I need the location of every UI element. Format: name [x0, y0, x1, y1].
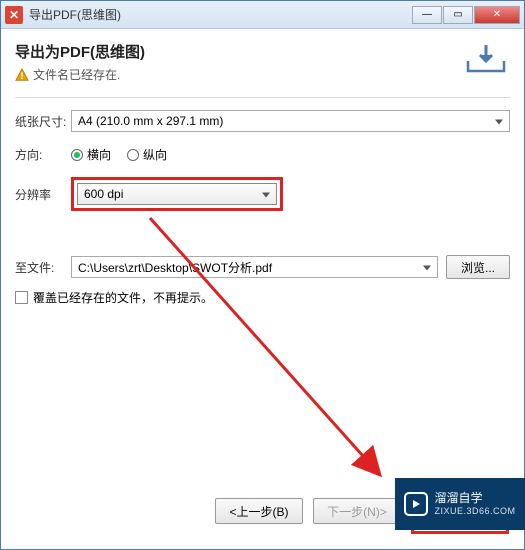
overwrite-checkbox[interactable]: [15, 291, 28, 304]
overwrite-row: 覆盖已经存在的文件，不再提示。: [15, 289, 510, 306]
next-button: 下一步(N)>: [313, 498, 401, 524]
target-file-label: 至文件:: [15, 259, 63, 276]
warning-row: 文件名已经存在.: [15, 66, 462, 83]
resolution-label: 分辨率: [15, 186, 71, 203]
overwrite-label: 覆盖已经存在的文件，不再提示。: [33, 289, 213, 306]
resolution-select[interactable]: 600 dpi: [77, 183, 277, 205]
back-button[interactable]: <上一步(B): [215, 498, 303, 524]
warning-icon: [15, 68, 29, 82]
app-icon: ✕: [5, 6, 23, 24]
resolution-row: 分辨率 600 dpi: [15, 177, 510, 211]
orientation-label: 方向:: [15, 146, 71, 163]
watermark-name: 溜溜自学: [434, 491, 515, 505]
paper-size-select[interactable]: A4 (210.0 mm x 297.1 mm): [71, 110, 510, 132]
paper-size-row: 纸张尺寸: A4 (210.0 mm x 297.1 mm): [15, 110, 510, 132]
warning-text: 文件名已经存在.: [33, 66, 120, 83]
watermark-url: ZIXUE.3D66.COM: [434, 506, 515, 517]
orientation-portrait-radio[interactable]: 纵向: [127, 146, 167, 163]
dialog-body: 导出为PDF(思维图) 文件名已经存在. 纸张尺寸: A4 (210.0 mm …: [1, 29, 524, 318]
resolution-highlight: 600 dpi: [71, 177, 283, 211]
target-file-select[interactable]: C:\Users\zrt\Desktop\SWOT分析.pdf: [71, 256, 438, 278]
paper-size-label: 纸张尺寸:: [15, 113, 71, 130]
dialog-title: 导出为PDF(思维图): [15, 41, 462, 62]
separator: [15, 97, 510, 98]
browse-button[interactable]: 浏览...: [446, 255, 510, 279]
window-title: 导出PDF(思维图): [29, 6, 412, 23]
target-file-row: 至文件: C:\Users\zrt\Desktop\SWOT分析.pdf 浏览.…: [15, 255, 510, 279]
dialog-header: 导出为PDF(思维图) 文件名已经存在.: [15, 41, 510, 83]
close-button[interactable]: ✕: [474, 6, 520, 24]
radio-icon: [127, 149, 139, 161]
minimize-button[interactable]: —: [412, 6, 442, 24]
watermark-icon: [404, 492, 428, 516]
titlebar: ✕ 导出PDF(思维图) — ▭ ✕: [1, 1, 524, 29]
orientation-landscape-radio[interactable]: 横向: [71, 146, 111, 163]
orientation-row: 方向: 横向 纵向: [15, 146, 510, 163]
maximize-button[interactable]: ▭: [443, 6, 473, 24]
watermark: 溜溜自学 ZIXUE.3D66.COM: [395, 478, 525, 530]
radio-icon: [71, 149, 83, 161]
export-icon: [462, 41, 510, 77]
dialog-window: ✕ 导出PDF(思维图) — ▭ ✕ 导出为PDF(思维图) 文件名已经存在.: [0, 0, 525, 550]
window-controls: — ▭ ✕: [412, 6, 520, 24]
